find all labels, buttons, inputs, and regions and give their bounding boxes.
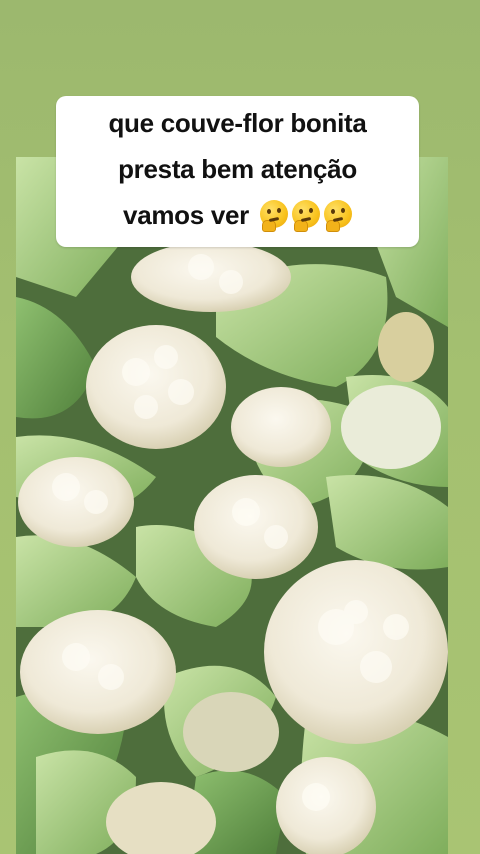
thinking-face-icon	[323, 200, 352, 232]
caption-box: que couve-flor bonita presta bem atenção…	[56, 96, 419, 247]
caption-line-1: que couve-flor bonita	[108, 108, 367, 138]
caption-line-2: presta bem atenção	[118, 154, 357, 184]
thinking-face-icon	[259, 200, 288, 232]
caption-line-3-text: vamos ver	[123, 200, 249, 230]
caption-line-3: vamos ver	[56, 200, 419, 232]
thinking-face-icon	[291, 200, 320, 232]
cauliflower-photo	[16, 157, 448, 854]
